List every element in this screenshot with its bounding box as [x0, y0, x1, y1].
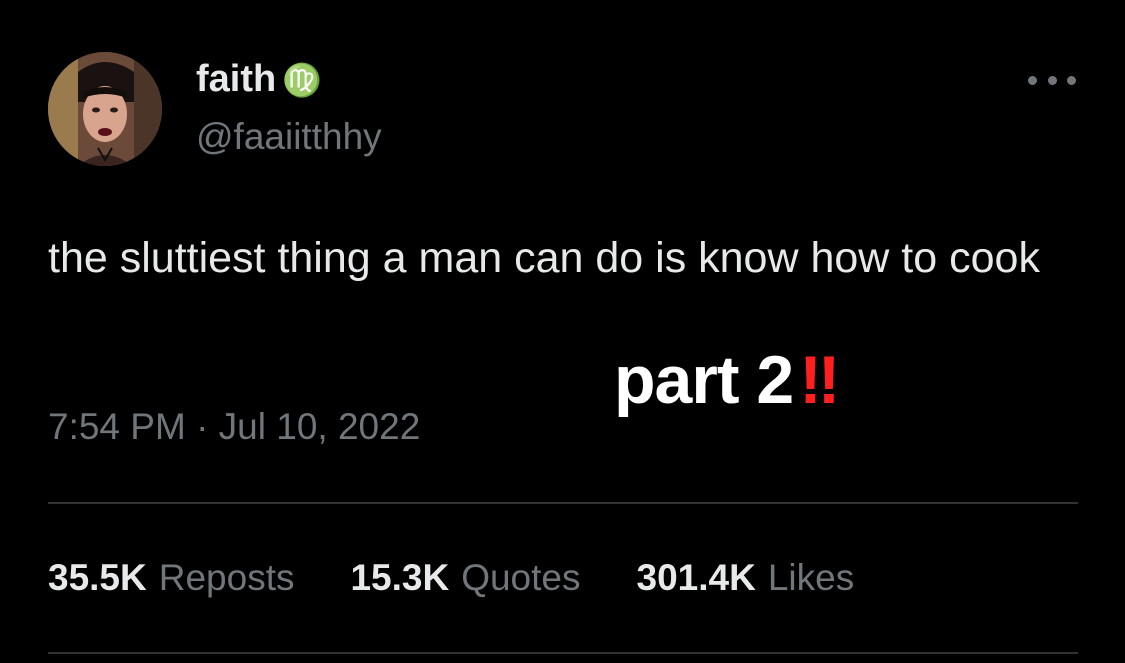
more-dot-icon — [1028, 75, 1037, 85]
likes-count: 301.4K — [636, 557, 756, 598]
display-name-text: faith — [196, 58, 277, 100]
reposts-count: 35.5K — [48, 557, 147, 598]
divider — [48, 652, 1078, 654]
user-handle[interactable]: @faaiitthhy — [196, 114, 382, 160]
display-name[interactable]: faith ♍ — [196, 56, 322, 103]
overlay-caption-text: part 2 — [614, 342, 794, 418]
more-dot-icon — [1047, 75, 1057, 85]
avatar[interactable] — [48, 52, 162, 166]
quotes-count: 15.3K — [350, 557, 450, 598]
tweet-text: the sluttiest thing a man can do is know… — [48, 234, 1040, 282]
reposts-stat[interactable]: 35.5K Reposts — [48, 555, 294, 601]
overlay-caption: part 2‼ — [614, 340, 840, 420]
virgo-icon: ♍ — [282, 62, 323, 98]
avatar-photo-icon — [48, 52, 162, 166]
quotes-stat[interactable]: 15.3K Quotes — [350, 555, 580, 601]
tweet-timestamp[interactable]: 7:54 PM · Jul 10, 2022 — [48, 402, 420, 452]
reposts-label: Reposts — [158, 557, 295, 598]
divider — [48, 502, 1078, 504]
more-options-button[interactable] — [1028, 60, 1076, 100]
more-dot-icon — [1067, 75, 1076, 85]
quotes-label: Quotes — [461, 557, 581, 598]
likes-label: Likes — [767, 557, 855, 598]
likes-stat[interactable]: 301.4K Likes — [637, 555, 855, 601]
engagement-stats: 35.5K Reposts 15.3K Quotes 301.4K Likes — [48, 555, 854, 601]
double-exclamation-icon: ‼ — [799, 342, 840, 418]
